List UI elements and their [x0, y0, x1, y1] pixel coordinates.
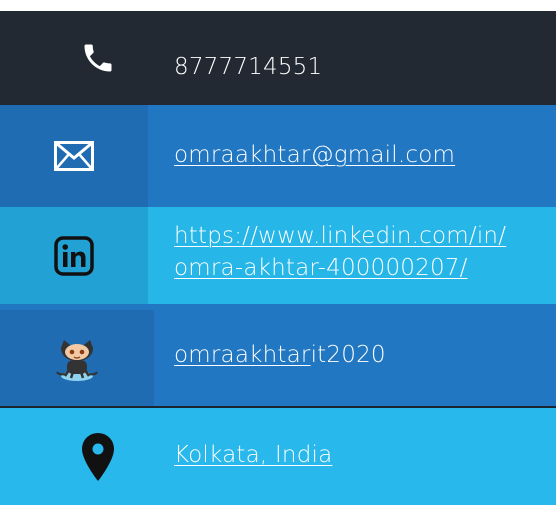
- phone-icon-cell: [0, 11, 196, 105]
- github-octocat-icon: [56, 340, 98, 381]
- contact-row-location: Kolkata, India: [0, 408, 556, 505]
- map-pin-icon: [82, 432, 114, 481]
- linkedin-icon: [54, 235, 94, 276]
- location-icon-cell: [0, 408, 196, 505]
- phone-number: 8777714551: [174, 54, 323, 80]
- email-icon-cell: [0, 105, 148, 207]
- email-link[interactable]: omraakhtar@gmail.com: [174, 142, 455, 168]
- contact-row-phone: 8777714551: [0, 11, 556, 105]
- contact-list: 8777714551 omraakhtar@gmail.com https://…: [0, 0, 556, 505]
- linkedin-url-cell: https://www.linkedin.com/in/omra-akhtar-…: [174, 220, 542, 284]
- github-link[interactable]: omraakhtar: [174, 342, 311, 368]
- contact-row-linkedin: https://www.linkedin.com/in/omra-akhtar-…: [0, 207, 556, 304]
- phone-icon: [84, 44, 112, 72]
- github-icon-cell: [0, 310, 154, 406]
- email-address-cell: omraakhtar@gmail.com: [174, 139, 542, 171]
- github-user-cell: omraakhtarit2020: [174, 339, 542, 371]
- linkedin-url-line1: https://www.linkedin.com/in/: [174, 223, 507, 249]
- contact-row-github: omraakhtarit2020: [0, 304, 556, 406]
- linkedin-link[interactable]: https://www.linkedin.com/in/omra-akhtar-…: [174, 223, 506, 281]
- linkedin-url-line2: omra-akhtar-400000207/: [174, 255, 468, 281]
- contact-row-email: omraakhtar@gmail.com: [0, 105, 556, 207]
- email-icon: [54, 141, 94, 171]
- location-cell: Kolkata, India: [174, 439, 542, 471]
- github-user-suffix: it2020: [310, 342, 386, 368]
- linkedin-icon-cell: [0, 207, 148, 304]
- location-link[interactable]: Kolkata, India: [174, 442, 332, 468]
